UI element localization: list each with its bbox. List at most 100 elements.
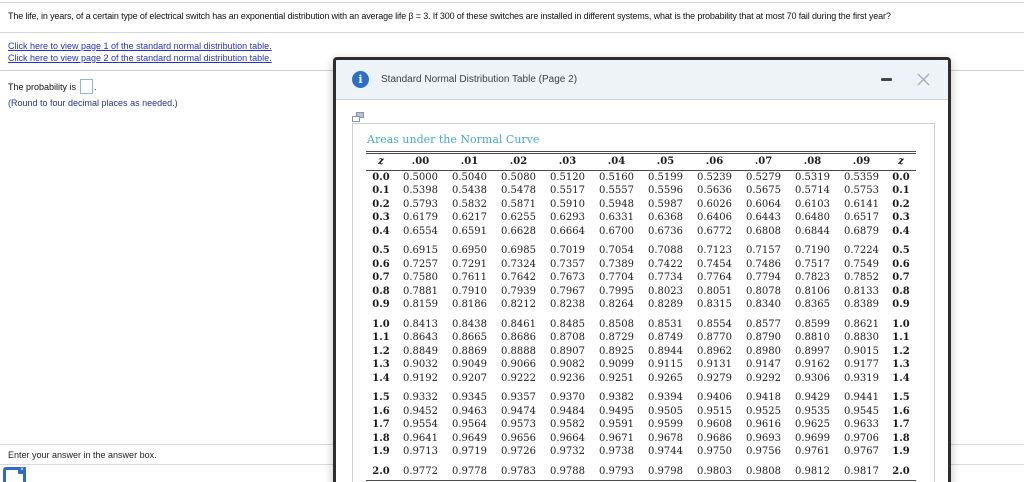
table-row: 0.6 0.7257 0.7291 0.7324 0.7357 0.7389 0.7422 0…	[366, 258, 916, 272]
z-cell: 0.3	[892, 212, 910, 223]
close-icon	[917, 73, 930, 86]
value-cell: 0.6026	[697, 198, 732, 210]
popout-icon[interactable]	[352, 112, 364, 122]
value-cell: 0.9535	[795, 405, 830, 417]
value-cell: 0.9812	[788, 458, 837, 481]
table-row: 1.1 0.8643 0.8665 0.8686 0.8708 0.8729 0.8749 0…	[366, 331, 916, 345]
value-cell: 0.8106	[795, 285, 830, 297]
value-cell: 0.9319	[844, 372, 879, 384]
z-cell: 1.1	[372, 332, 390, 343]
value-cell: 0.5080	[501, 171, 536, 183]
value-cell: 0.9474	[501, 405, 536, 417]
z-cell: 0.0	[892, 171, 910, 183]
value-cell: 0.9495	[599, 405, 634, 417]
value-cell: 0.9115	[648, 359, 683, 370]
minimize-button[interactable]	[879, 73, 893, 87]
value-cell: 0.8944	[648, 345, 683, 357]
value-cell: 0.9793	[592, 458, 641, 481]
value-cell: 0.9463	[452, 405, 487, 417]
table-row: 0.3 0.6179 0.6217 0.6255 0.6293 0.6331 0.6368 0…	[366, 211, 916, 225]
value-cell: 0.6443	[746, 212, 781, 223]
table-dialog: i Standard Normal Distribution Table (Pa…	[333, 57, 951, 482]
value-cell: 0.9738	[599, 446, 634, 457]
value-cell: 0.7486	[746, 258, 781, 270]
value-cell: 0.8051	[697, 285, 732, 297]
value-cell: 0.7611	[452, 272, 487, 283]
z-cell: 0.1	[372, 185, 390, 196]
table-row: 0.4 0.6554 0.6591 0.6628 0.6664 0.6700 0.6736 0…	[366, 225, 916, 239]
value-cell: 0.6985	[501, 245, 536, 256]
value-cell: 0.7257	[403, 258, 438, 270]
value-cell: 0.7704	[599, 272, 634, 283]
value-cell: 0.7157	[746, 245, 781, 256]
column-header: .00	[396, 154, 445, 171]
value-cell: 0.9803	[690, 458, 739, 481]
value-cell: 0.6103	[795, 198, 830, 210]
close-button[interactable]	[917, 73, 930, 86]
table-row: 1.3 0.9032 0.9049 0.9066 0.9082 0.9099 0.9115 0…	[366, 358, 916, 372]
value-cell: 0.8485	[550, 318, 585, 330]
value-cell: 0.6517	[844, 212, 879, 223]
z-cell: 1.4	[372, 372, 390, 384]
table-row: 0.2 0.5793 0.5832 0.5871 0.5910 0.5948 0.5987 0…	[366, 198, 916, 212]
dialog-body: Areas under the Normal Curve z .00.01.02.…	[336, 100, 948, 482]
value-cell: 0.5319	[795, 171, 830, 183]
value-cell: 0.9032	[403, 359, 438, 370]
value-cell: 0.8133	[844, 285, 879, 297]
value-cell: 0.9756	[746, 446, 781, 457]
value-cell: 0.6736	[648, 225, 683, 237]
table-row: 1.2 0.8849 0.8869 0.8888 0.8907 0.8925 0.8944 0…	[366, 345, 916, 359]
column-header: z	[886, 154, 916, 171]
value-cell: 0.9382	[599, 392, 634, 403]
value-cell: 0.5040	[452, 171, 487, 183]
answer-suffix: .	[94, 81, 97, 92]
value-cell: 0.8365	[795, 299, 830, 310]
value-cell: 0.9279	[697, 372, 732, 384]
value-cell: 0.5714	[795, 185, 830, 196]
value-cell: 0.9641	[403, 432, 438, 444]
value-cell: 0.9265	[648, 372, 683, 384]
value-cell: 0.9418	[746, 392, 781, 403]
value-cell: 0.8708	[550, 332, 585, 343]
value-cell: 0.7794	[746, 272, 781, 283]
table-row: 1.5 0.9332 0.9345 0.9357 0.9370 0.9382 0.9394 0…	[366, 385, 916, 405]
value-cell: 0.9484	[550, 405, 585, 417]
value-cell: 0.6064	[746, 198, 781, 210]
value-cell: 0.8599	[795, 318, 830, 330]
column-header: z	[366, 154, 396, 171]
table-scroll-area[interactable]: Areas under the Normal Curve z .00.01.02.…	[352, 123, 935, 482]
probability-answer-input[interactable]	[80, 79, 94, 94]
value-cell: 0.8980	[746, 345, 781, 357]
value-cell: 0.7734	[648, 272, 683, 283]
z-cell: 0.6	[372, 258, 390, 270]
value-cell: 0.6217	[452, 212, 487, 223]
value-cell: 0.6331	[599, 212, 634, 223]
value-cell: 0.5910	[550, 198, 585, 210]
value-cell: 0.8729	[599, 332, 634, 343]
value-cell: 0.8686	[501, 332, 536, 343]
dialog-title-bar[interactable]: i Standard Normal Distribution Table (Pa…	[336, 60, 948, 100]
value-cell: 0.6368	[648, 212, 683, 223]
value-cell: 0.9251	[599, 372, 634, 384]
table-row: 1.0 0.8413 0.8438 0.8461 0.8485 0.8508 0.8531 0…	[366, 312, 916, 332]
value-cell: 0.6772	[697, 225, 732, 237]
link-table-page-1[interactable]: Click here to view page 1 of the standar…	[8, 41, 272, 51]
value-cell: 0.9515	[697, 405, 732, 417]
window-taskbar-icon[interactable]: ×	[3, 467, 26, 482]
z-cell: 0.9	[892, 299, 910, 310]
value-cell: 0.7019	[550, 245, 585, 256]
value-cell: 0.7389	[599, 258, 634, 270]
value-cell: 0.5596	[648, 185, 683, 196]
value-cell: 0.8186	[452, 299, 487, 310]
question-text: The life, in years, of a certain type of…	[8, 11, 891, 21]
link-table-page-2[interactable]: Click here to view page 2 of the standar…	[8, 53, 272, 63]
value-cell: 0.9616	[746, 419, 781, 430]
value-cell: 0.9783	[494, 458, 543, 481]
value-cell: 0.9207	[452, 372, 487, 384]
value-cell: 0.8531	[648, 318, 683, 330]
value-cell: 0.6591	[452, 225, 487, 237]
value-cell: 0.9015	[844, 345, 879, 357]
z-cell: 1.8	[892, 432, 910, 444]
z-cell: 1.7	[892, 419, 910, 430]
value-cell: 0.8078	[746, 285, 781, 297]
